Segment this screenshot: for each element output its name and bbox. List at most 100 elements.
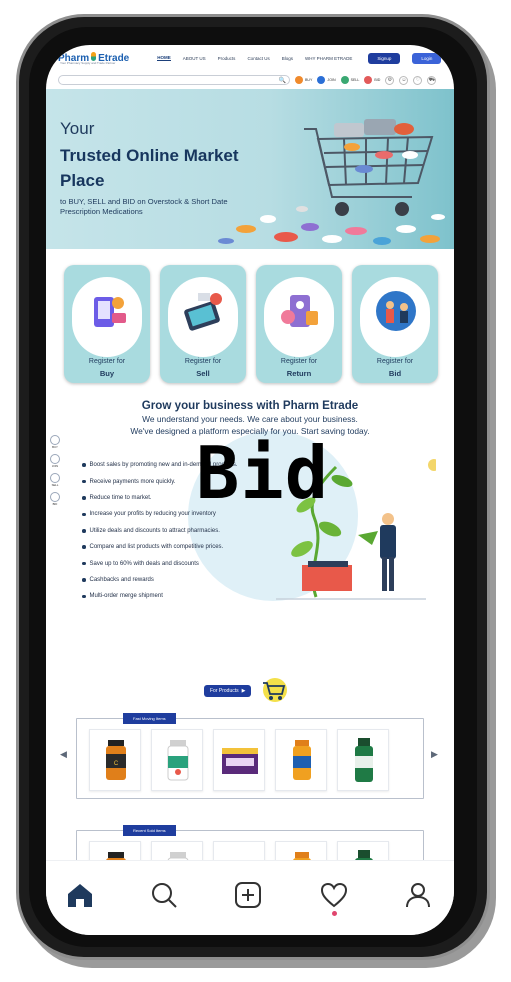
for-products-button[interactable]: For Products ▶	[204, 685, 252, 697]
quick-sell[interactable]: SELL	[340, 76, 360, 84]
signup-button[interactable]: Signup	[368, 52, 401, 64]
product-tile[interactable]	[337, 841, 389, 860]
register-cards: Register for Buy Register for Sell Regis…	[46, 249, 454, 387]
quick-buy-label: BUY	[305, 78, 313, 82]
cart-icon[interactable]: ⛟	[427, 75, 437, 85]
vitamin-c-bottle-icon	[106, 852, 126, 860]
sell-icon	[340, 76, 349, 84]
product-tile[interactable]: C	[89, 729, 141, 791]
side-buy[interactable]: BUY	[48, 435, 62, 452]
search-icon	[152, 883, 177, 908]
grow-title: Grow your business with Pharm Etrade	[141, 399, 359, 412]
register-return-card[interactable]: Register for Return	[256, 265, 342, 383]
row-tag: Recent Sold Items	[123, 825, 176, 836]
pill-logo-icon	[91, 52, 97, 61]
settings-icon[interactable]: ⚙	[385, 75, 395, 85]
active-indicator-dot	[332, 911, 337, 916]
buy-icon	[50, 435, 60, 445]
search-input[interactable]: 🔍	[58, 75, 290, 85]
bid-overlay-text: Bid	[196, 431, 330, 515]
side-join-label: JOIN	[51, 464, 59, 468]
product-tile[interactable]	[213, 729, 265, 791]
benefit-item: Cashbacks and rewards	[82, 572, 238, 588]
nav-why[interactable]: WHY PHARM ETRADE	[305, 56, 352, 61]
for-products-label: For Products	[210, 688, 239, 694]
nav-contact[interactable]: Contact Us	[247, 56, 269, 61]
add-icon	[235, 882, 261, 908]
card-line1: Register for	[184, 358, 222, 365]
product-tile[interactable]	[337, 729, 389, 791]
profile-icon	[406, 883, 430, 908]
sell-icon	[50, 473, 60, 483]
profile-tab[interactable]	[402, 879, 434, 911]
hero-banner: Your Trusted Online Market Place to BUY,…	[46, 89, 454, 249]
quick-join[interactable]: JOIN	[317, 76, 336, 84]
product-tile[interactable]	[151, 729, 203, 791]
login-button[interactable]: Login	[412, 52, 442, 64]
side-buy-label: BUY	[52, 445, 58, 449]
heart-icon	[320, 882, 348, 908]
card-line2: Return	[286, 369, 312, 378]
quick-buy[interactable]: BUY	[295, 76, 312, 84]
aspirin-bottle-icon	[167, 852, 189, 860]
next-arrow-icon[interactable]: ▶	[431, 749, 438, 760]
stage: Pharm Etrade HOME ABOUT US Products Cont…	[0, 0, 511, 982]
prev-arrow-icon[interactable]: ◀	[60, 749, 67, 760]
product-rows: ◀ ▶ Fast Moving Items C ◀ ▶ Recent Sold …	[46, 713, 454, 860]
quick-sell-label: SELL	[350, 78, 360, 82]
favorites-tab[interactable]	[318, 879, 350, 911]
buy-icon	[295, 76, 303, 84]
product-tile[interactable]	[275, 841, 327, 860]
site-header: Pharm Etrade HOME ABOUT US Products Cont…	[46, 45, 454, 71]
card-line1: Register for	[88, 358, 126, 365]
search-icon[interactable]: 🔍	[279, 77, 286, 84]
product-tile[interactable]	[89, 841, 141, 860]
side-sell[interactable]: SELL	[48, 473, 62, 490]
nav-about[interactable]: ABOUT US	[183, 56, 206, 61]
nav-products[interactable]: Products	[218, 56, 236, 61]
vitamin-c-bottle-icon: C	[106, 740, 126, 780]
home-tab[interactable]	[64, 879, 96, 911]
card-line2: Bid	[388, 369, 402, 378]
product-tile[interactable]	[213, 841, 265, 860]
user-icon[interactable]: ☺	[399, 75, 409, 85]
return-illustration-icon	[281, 295, 318, 327]
quick-bid-label: BID	[374, 78, 381, 82]
card-line2: Sell	[196, 369, 210, 378]
wishlist-icon[interactable]: ♡	[413, 75, 423, 85]
product-label-c: C	[114, 761, 119, 767]
benefit-item: Save up to 60% with deals and discounts	[82, 555, 238, 571]
grow-subtitle-1: We understand your needs. We care about …	[142, 414, 358, 424]
product-tile[interactable]	[275, 729, 327, 791]
quick-join-label: JOIN	[327, 78, 336, 82]
side-quick-icons: BUY JOIN SELL BID	[48, 435, 62, 511]
join-icon	[317, 76, 326, 84]
benefit-item: Compare and list products with competiti…	[82, 539, 238, 555]
product-tile[interactable]	[151, 841, 203, 860]
search-tab[interactable]	[148, 879, 180, 911]
bottom-tab-bar	[46, 860, 454, 935]
quick-bid[interactable]: BID	[364, 76, 380, 84]
web-page: Pharm Etrade HOME ABOUT US Products Cont…	[46, 45, 454, 860]
hero-line1: Your	[60, 119, 95, 138]
logo-tagline: Your Pharmacy Supply and Trade Partner	[60, 61, 116, 65]
main-nav: HOME ABOUT US Products Contact Us Blogs …	[157, 55, 352, 61]
card-line1: Register for	[376, 358, 414, 365]
add-tab[interactable]	[232, 879, 264, 911]
side-bid[interactable]: BID	[48, 492, 62, 509]
nav-home[interactable]: HOME	[157, 55, 171, 61]
search-bar: 🔍 BUY JOIN SELL BID ⚙ ☺ ♡ ⛟	[46, 71, 454, 89]
register-bid-card[interactable]: Register for Bid	[352, 265, 438, 383]
bid-illustration-icon	[376, 291, 416, 331]
benefit-item: Multi-order merge shipment	[82, 588, 238, 604]
aspirin-bottle-icon	[167, 740, 189, 781]
card-line1: Register for	[280, 358, 318, 365]
register-sell-card[interactable]: Register for Sell	[160, 265, 246, 383]
nav-blogs[interactable]: Blogs	[282, 56, 293, 61]
bid-icon	[50, 492, 60, 502]
allegra-box-icon	[222, 748, 258, 774]
supplement-bottle-icon	[293, 852, 311, 860]
register-buy-card[interactable]: Register for Buy	[64, 265, 150, 383]
side-join[interactable]: JOIN	[48, 454, 62, 471]
home-icon	[68, 884, 92, 907]
